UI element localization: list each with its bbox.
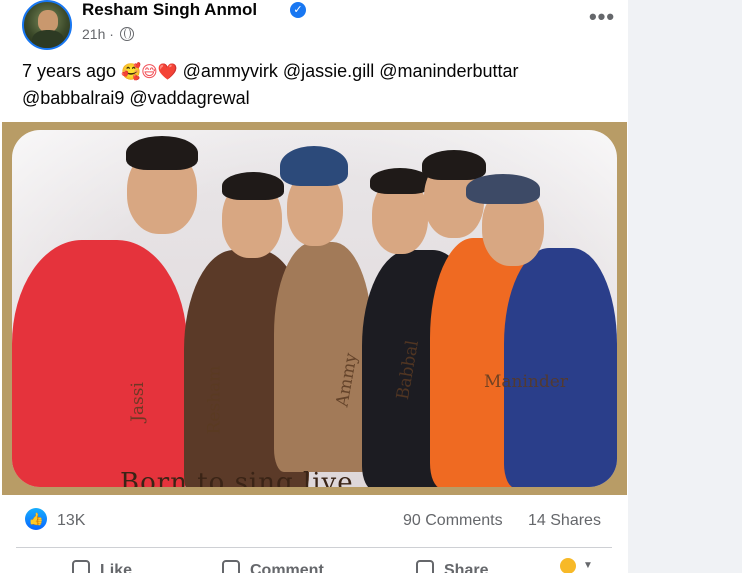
post-caption: 7 years ago 🥰😅❤️ @ammyvirk @jassie.gill … (22, 58, 612, 111)
thumbs-up-icon (72, 560, 90, 573)
post-photo[interactable]: Jassi Resham Ammy Babbal Maninder Born t… (2, 122, 627, 495)
share-count[interactable]: 14 Shares (528, 512, 601, 530)
person-figure (12, 240, 187, 487)
photo-label-resham: Resham (204, 365, 225, 435)
reaction-count[interactable]: 13K (57, 512, 85, 530)
person-hair (370, 168, 430, 194)
caption-emoji: 🥰😅❤️ (121, 62, 178, 81)
comment-count[interactable]: 90 Comments (403, 512, 503, 530)
post-meta: 21h · (82, 26, 114, 42)
avatar[interactable] (22, 0, 72, 50)
caption-mentions-line2[interactable]: @babbalrai9 @vaddagrewal (22, 88, 250, 108)
chevron-down-icon[interactable]: ▼ (583, 560, 593, 571)
person-hair (126, 136, 198, 170)
post-header: Resham Singh Anmol ✓ 21h · ••• (22, 0, 622, 50)
person-hair (422, 150, 486, 180)
photo-label-jassi: Jassi (127, 382, 148, 422)
author-name[interactable]: Resham Singh Anmol (82, 0, 257, 20)
caption-text: 7 years ago (22, 61, 117, 81)
like-button-label: Like (100, 562, 133, 573)
caption-mentions-line1[interactable]: @ammyvirk @jassie.gill @maninderbuttar (183, 61, 519, 81)
post-stats: 👍 13K 90 Comments 14 Shares (0, 505, 628, 539)
comment-icon (222, 560, 240, 573)
meta-separator: · (109, 26, 114, 42)
divider (16, 547, 612, 548)
person-figure (504, 248, 617, 487)
share-icon (416, 560, 434, 573)
more-options-button[interactable]: ••• (584, 6, 620, 36)
post-card: Resham Singh Anmol ✓ 21h · ••• 7 years a… (0, 0, 628, 573)
reaction-picker-icon[interactable] (560, 558, 576, 573)
person-hair (222, 172, 284, 200)
like-button[interactable]: Like (72, 560, 132, 573)
comment-button-label: Comment (250, 562, 324, 573)
post-time[interactable]: 21h (82, 26, 105, 42)
photo-content: Jassi Resham Ammy Babbal Maninder Born t… (12, 130, 617, 487)
person-hair (280, 146, 348, 186)
verified-badge-icon: ✓ (290, 2, 306, 18)
post-actions: Like Comment Share (0, 552, 628, 573)
share-button-label: Share (444, 562, 489, 573)
share-button[interactable]: Share (416, 560, 488, 573)
person-hair (466, 174, 540, 204)
photo-label-maninder: Maninder (484, 372, 568, 392)
globe-icon[interactable] (120, 27, 134, 41)
comment-button[interactable]: Comment (222, 560, 324, 573)
photo-caption: Born to sing live (120, 468, 354, 487)
like-reaction-icon[interactable]: 👍 (25, 508, 47, 530)
